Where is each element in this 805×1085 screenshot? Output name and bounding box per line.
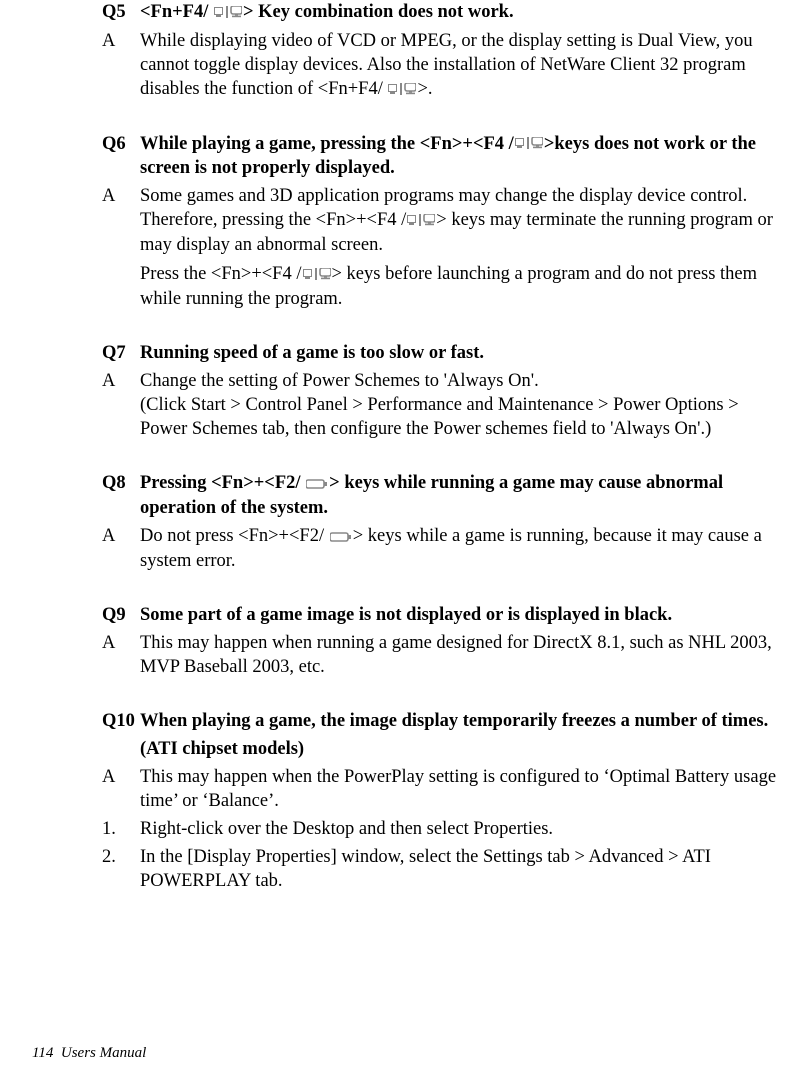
q9-answer-label: A — [102, 631, 140, 679]
q6-label: Q6 — [102, 132, 140, 181]
page-footer: 114 Users Manual — [32, 1044, 146, 1064]
qa-item-q8: Q8 Pressing <Fn>+<F2/ > keys while runni… — [102, 471, 777, 573]
q6-answer-label: A — [102, 184, 140, 257]
q9-answer: This may happen when running a game desi… — [140, 631, 777, 679]
q5-answer-part-a: While displaying video of VCD or MPEG, o… — [140, 31, 753, 99]
q10-step1-label: 1. — [102, 817, 140, 841]
lcd-crt-icon — [388, 78, 416, 102]
qa-item-q6: Q6 While playing a game, pressing the <F… — [102, 132, 777, 311]
lcd-crt-icon — [214, 1, 242, 25]
q8-question: Pressing <Fn>+<F2/ > keys while running … — [140, 471, 777, 520]
q5-answer-label: A — [102, 29, 140, 102]
q9-question: Some part of a game image is not display… — [140, 603, 777, 627]
q5-answer-part-b: >. — [417, 79, 432, 99]
qa-item-q10: Q10 When playing a game, the image displ… — [102, 709, 777, 893]
qa-item-q9: Q9 Some part of a game image is not disp… — [102, 603, 777, 679]
footer-title: Users Manual — [61, 1045, 146, 1061]
q5-question: <Fn+F4/ > Key combination does not work. — [140, 0, 777, 25]
q7-question: Running speed of a game is too slow or f… — [140, 341, 777, 365]
q6-answer2-part-a: Press the <Fn>+<F4 / — [140, 264, 302, 284]
q10-answer: This may happen when the PowerPlay setti… — [140, 765, 777, 813]
q10-subtitle: (ATI chipset models) — [140, 737, 777, 761]
q7-answer-label: A — [102, 369, 140, 441]
q10-label: Q10 — [102, 709, 140, 733]
q9-label: Q9 — [102, 603, 140, 627]
q7-label: Q7 — [102, 341, 140, 365]
q7-answer: Change the setting of Power Schemes to '… — [140, 369, 777, 441]
lcd-crt-icon — [407, 209, 435, 233]
q10-answer-label: A — [102, 765, 140, 813]
q5-label: Q5 — [102, 0, 140, 25]
lcd-crt-icon — [515, 132, 543, 156]
q10-step2-label: 2. — [102, 845, 140, 893]
q8-answer-part-a: Do not press <Fn>+<F2/ — [140, 526, 329, 546]
q6-answer: Some games and 3D application programs m… — [140, 184, 777, 257]
lcd-crt-icon — [303, 263, 331, 287]
q5-answer: While displaying video of VCD or MPEG, o… — [140, 29, 777, 102]
page-content: Q5 <Fn+F4/ > Key combination does not wo… — [32, 0, 777, 893]
battery-icon — [306, 472, 328, 496]
page-number: 114 — [32, 1045, 53, 1061]
q6-answer2: Press the <Fn>+<F4 /> keys before launch… — [140, 262, 777, 311]
q10-step2: In the [Display Properties] window, sele… — [140, 845, 777, 893]
q10-question: When playing a game, the image display t… — [140, 709, 777, 733]
q6-question: While playing a game, pressing the <Fn>+… — [140, 132, 777, 181]
qa-item-q7: Q7 Running speed of a game is too slow o… — [102, 341, 777, 441]
q6-question-part-a: While playing a game, pressing the <Fn>+… — [140, 134, 514, 154]
q10-step1: Right-click over the Desktop and then se… — [140, 817, 777, 841]
q8-answer: Do not press <Fn>+<F2/ > keys while a ga… — [140, 524, 777, 573]
qa-item-q5: Q5 <Fn+F4/ > Key combination does not wo… — [102, 0, 777, 102]
q8-question-part-a: Pressing <Fn>+<F2/ — [140, 473, 305, 493]
q8-label: Q8 — [102, 471, 140, 520]
q8-answer-label: A — [102, 524, 140, 573]
q5-question-part-b: > Key combination does not work. — [243, 2, 514, 22]
battery-icon — [330, 525, 352, 549]
q5-question-part-a: <Fn+F4/ — [140, 2, 213, 22]
